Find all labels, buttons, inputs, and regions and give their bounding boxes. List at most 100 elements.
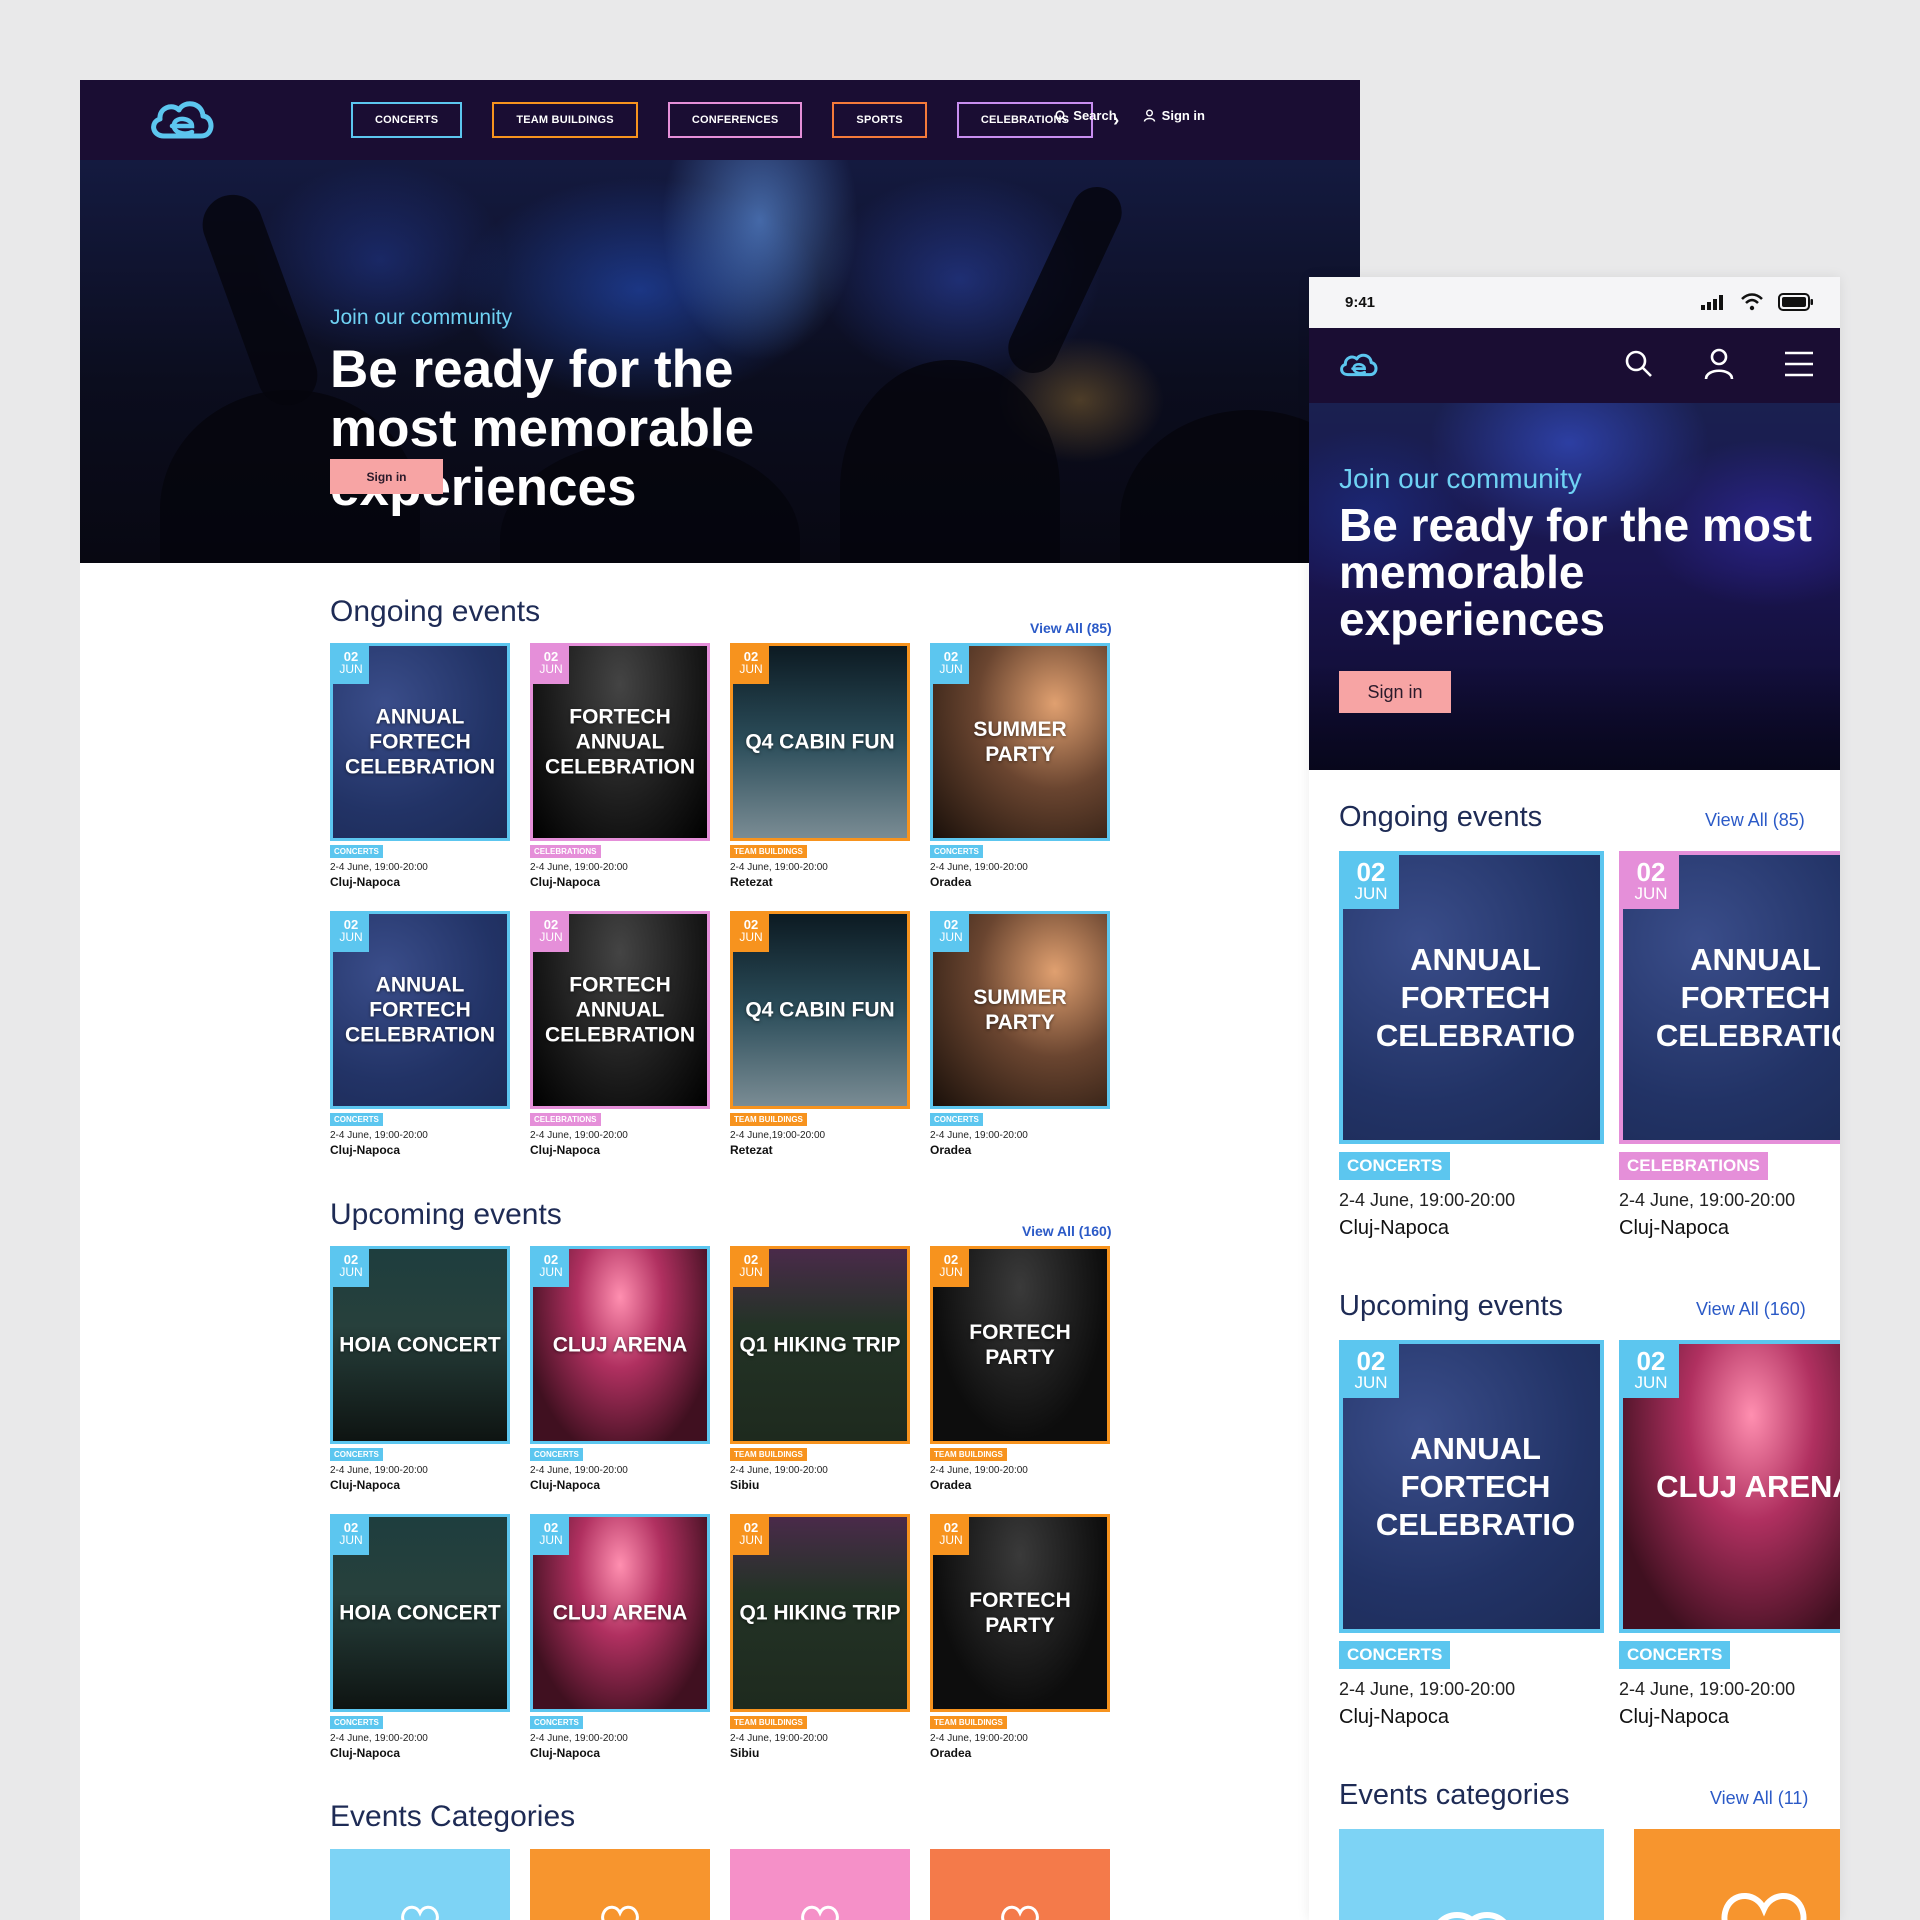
event-card[interactable]: 02 JUN CLUJ ARENA CONCERTS 2-4 June, 19:00-2… — [1619, 1340, 1840, 1729]
event-category-tag[interactable]: TEAM BUILDINGS — [930, 1448, 1007, 1461]
cloud-logo-icon[interactable] — [146, 96, 216, 144]
event-image[interactable]: 02 JUN HOIA CONCERT — [330, 1246, 510, 1444]
nav-concerts-button[interactable]: CONCERTS — [351, 102, 463, 138]
mobile-upcoming-view-all-link[interactable]: View All (160) — [1696, 1299, 1806, 1320]
category-tile[interactable] — [730, 1849, 910, 1920]
event-image[interactable]: 02 JUN FORTECH ANNUAL CELEBRATION — [530, 911, 710, 1109]
event-category-tag[interactable]: CONCERTS — [330, 845, 383, 858]
event-category-tag[interactable]: TEAM BUILDINGS — [730, 1448, 807, 1461]
event-image[interactable]: 02 JUN Q1 HIKING TRIP — [730, 1514, 910, 1712]
event-card[interactable]: 02 JUN ANNUAL FORTECH CELEBRATIO CONCERTS 2-… — [1339, 1340, 1604, 1729]
heart-icon — [601, 1905, 639, 1920]
event-image[interactable]: 02 JUN CLUJ ARENA — [1619, 1340, 1840, 1633]
event-card[interactable]: 02 JUN FORTECH ANNUAL CELEBRATION CELEBRATI… — [530, 643, 710, 889]
event-category-tag[interactable]: TEAM BUILDINGS — [730, 1113, 807, 1126]
event-category-tag[interactable]: CELEBRATIONS — [530, 1113, 601, 1126]
event-image[interactable]: 02 JUN ANNUAL FORTECH CELEBRATIO — [1339, 851, 1604, 1144]
mobile-hero-signin-button[interactable]: Sign in — [1339, 671, 1451, 713]
event-day: 02 — [1356, 1346, 1386, 1376]
event-category-tag[interactable]: CONCERTS — [330, 1716, 383, 1729]
category-tile[interactable] — [530, 1849, 710, 1920]
category-tile[interactable] — [930, 1849, 1110, 1920]
event-card[interactable]: 02 JUN ANNUAL FORTECH CELEBRATION CONCERTS 2… — [330, 911, 510, 1157]
event-card[interactable]: 02 JUN FORTECH PARTY TEAM BUILDINGS 2-4 June… — [930, 1514, 1110, 1760]
event-image[interactable]: 02 JUN FORTECH PARTY — [930, 1246, 1110, 1444]
event-location: Cluj-Napoca — [330, 1143, 401, 1157]
event-card[interactable]: 02 JUN FORTECH PARTY TEAM BUILDINGS 2-4 June… — [930, 1246, 1110, 1492]
event-category-tag[interactable]: CONCERTS — [530, 1716, 583, 1729]
heart-icon — [1001, 1905, 1039, 1920]
event-card[interactable]: 02 JUN Q4 CABIN FUN TEAM BUILDINGS 2-4 June,… — [730, 911, 910, 1157]
event-category-tag[interactable]: CONCERTS — [330, 1113, 383, 1126]
event-card[interactable]: 02 JUN SUMMER PARTY CONCERTS 2-4 June, 19:00… — [930, 643, 1110, 889]
event-category-tag[interactable]: CONCERTS — [330, 1448, 383, 1461]
event-category-tag[interactable]: CELEBRATIONS — [1619, 1152, 1768, 1180]
event-card[interactable]: 02 JUN ANNUAL FORTECH CELEBRATIO CONCERTS 2-… — [1339, 851, 1604, 1240]
event-time: 2-4 June, 19:00-20:00 — [930, 1465, 1028, 1476]
event-card[interactable]: 02 JUN HOIA CONCERT CONCERTS 2-4 June, 19:00… — [330, 1246, 510, 1492]
event-card[interactable]: 02 JUN ANNUAL FORTECH CELEBRATION CONCERTS 2… — [330, 643, 510, 889]
event-card[interactable]: 02 JUN HOIA CONCERT CONCERTS 2-4 June, 19:00… — [330, 1514, 510, 1760]
event-image[interactable]: 02 JUN ANNUAL FORTECH CELEBRATION — [330, 911, 510, 1109]
event-category-tag[interactable]: CONCERTS — [530, 1448, 583, 1461]
event-title: Q1 HIKING TRIP — [739, 1601, 901, 1625]
event-time: 2-4 June, 19:00-20:00 — [1339, 1679, 1516, 1699]
event-category-tag[interactable]: CONCERTS — [1339, 1641, 1451, 1669]
mobile-category-tile[interactable] — [1634, 1829, 1840, 1920]
search-icon[interactable] — [1624, 349, 1654, 379]
event-image[interactable]: 02 JUN ANNUAL FORTECH CELEBRATION — [330, 643, 510, 841]
event-title: Q4 CABIN FUN — [745, 730, 895, 754]
event-category-tag[interactable]: TEAM BUILDINGS — [930, 1716, 1007, 1729]
hero-signin-button[interactable]: Sign in — [330, 459, 443, 494]
event-image[interactable]: 02 JUN CLUJ ARENA — [530, 1514, 710, 1712]
event-image[interactable]: 02 JUN HOIA CONCERT — [330, 1514, 510, 1712]
event-card[interactable]: 02 JUN ANNUAL FORTECH CELEBRATIO CELEBRATIO… — [1619, 851, 1840, 1240]
event-card[interactable]: 02 JUN Q1 HIKING TRIP TEAM BUILDINGS 2-4 Jun… — [730, 1246, 910, 1492]
event-category-tag[interactable]: CONCERTS — [930, 1113, 983, 1126]
event-card[interactable]: 02 JUN SUMMER PARTY CONCERTS 2-4 June, 19:00… — [930, 911, 1110, 1157]
event-card[interactable]: 02 JUN CLUJ ARENA CONCERTS 2-4 June, 19:00-2… — [530, 1514, 710, 1760]
event-category-tag[interactable]: CONCERTS — [1619, 1641, 1731, 1669]
event-category-tag[interactable]: CONCERTS — [1339, 1152, 1451, 1180]
event-category-tag[interactable]: CELEBRATIONS — [530, 845, 601, 858]
hamburger-menu-icon[interactable] — [1784, 351, 1814, 377]
nav-sports-button[interactable]: SPORTS — [832, 102, 927, 138]
ongoing-view-all-link[interactable]: View All (85) — [1030, 620, 1112, 636]
mobile-ongoing-view-all-link[interactable]: View All (85) — [1705, 810, 1805, 831]
event-card[interactable]: 02 JUN Q4 CABIN FUN TEAM BUILDINGS 2-4 June,… — [730, 643, 910, 889]
event-image[interactable]: 02 JUN ANNUAL FORTECH CELEBRATIO — [1339, 1340, 1604, 1633]
event-category-tag[interactable]: TEAM BUILDINGS — [730, 1716, 807, 1729]
event-category-tag[interactable]: TEAM BUILDINGS — [730, 845, 807, 858]
event-time: 2-4 June, 19:00-20:00 — [1619, 1679, 1796, 1699]
event-image[interactable]: 02 JUN FORTECH ANNUAL CELEBRATION — [530, 643, 710, 841]
event-image[interactable]: 02 JUN ANNUAL FORTECH CELEBRATIO — [1619, 851, 1840, 1144]
event-image[interactable]: 02 JUN SUMMER PARTY — [930, 643, 1110, 841]
cloud-logo-icon[interactable] — [1337, 350, 1379, 380]
event-card[interactable]: 02 JUN Q1 HIKING TRIP TEAM BUILDINGS 2-4 Jun… — [730, 1514, 910, 1760]
mobile-categories-view-all-link[interactable]: View All (11) — [1710, 1788, 1808, 1809]
event-image[interactable]: 02 JUN Q1 HIKING TRIP — [730, 1246, 910, 1444]
event-image[interactable]: 02 JUN Q4 CABIN FUN — [730, 911, 910, 1109]
event-title: Q1 HIKING TRIP — [739, 1333, 901, 1357]
event-image[interactable]: 02 JUN Q4 CABIN FUN — [730, 643, 910, 841]
event-image[interactable]: 02 JUN FORTECH PARTY — [930, 1514, 1110, 1712]
event-category-tag[interactable]: CONCERTS — [930, 845, 983, 858]
event-card[interactable]: 02 JUN FORTECH ANNUAL CELEBRATION CELEBRATI… — [530, 911, 710, 1157]
event-title: Q4 CABIN FUN — [745, 998, 895, 1022]
nav-team-buildings-button[interactable]: TEAM BUILDINGS — [492, 102, 638, 138]
category-tile[interactable] — [330, 1849, 510, 1920]
mobile-upcoming-title: Upcoming events — [1339, 1290, 1564, 1322]
user-icon[interactable] — [1704, 348, 1734, 380]
event-date-badge: 02 JUN — [533, 1517, 569, 1555]
mobile-category-tile[interactable] — [1339, 1829, 1604, 1920]
event-image[interactable]: 02 JUN CLUJ ARENA — [530, 1246, 710, 1444]
nav-conferences-button[interactable]: CONFERENCES — [667, 102, 803, 138]
upcoming-view-all-link[interactable]: View All (160) — [1022, 1223, 1111, 1239]
event-title: SUMMER PARTY — [973, 718, 1067, 766]
event-card[interactable]: 02 JUN CLUJ ARENA CONCERTS 2-4 June, 19:00-2… — [530, 1246, 710, 1492]
signin-link[interactable]: Sign in — [1143, 108, 1205, 123]
event-image[interactable]: 02 JUN SUMMER PARTY — [930, 911, 1110, 1109]
event-location: Cluj-Napoca — [1619, 1217, 1730, 1239]
nav-actions: Search Sign in — [1055, 108, 1205, 123]
search-link[interactable]: Search — [1055, 108, 1117, 123]
